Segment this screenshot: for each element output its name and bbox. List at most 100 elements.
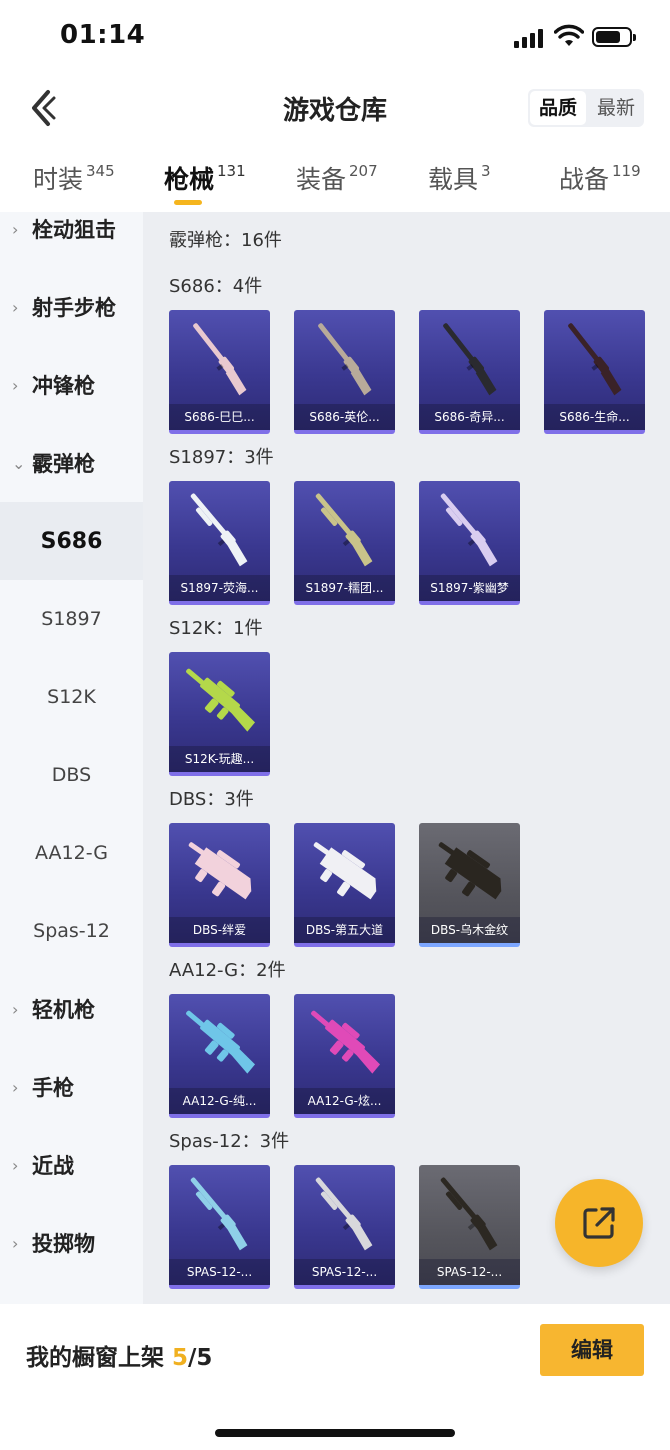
weapon-card[interactable]: AA12-G-纯... [169,994,270,1118]
weapon-card[interactable]: S1897-紫幽梦 [419,481,520,605]
showcase-total-count: /5 [188,1345,213,1371]
sidebar-item[interactable]: S12K [0,658,143,736]
wifi-icon [554,24,584,46]
weapon-card[interactable]: DBS-乌木金纹 [419,823,520,947]
battery-icon [592,27,636,47]
weapon-image-icon [311,1010,381,1074]
sidebar-item[interactable]: Spas-12 [0,892,143,970]
sort-newest-button[interactable]: 最新 [588,89,644,127]
header: 游戏仓库 品质 最新 [0,70,670,150]
weapon-image-icon [190,1177,248,1251]
chevron-right-icon: › [12,1233,19,1253]
tab-vehicles[interactable]: 载具 3 [428,160,491,196]
sidebar-item[interactable]: DBS [0,736,143,814]
weapon-name: S686-生命... [544,404,645,430]
tab-equipment[interactable]: 装备 207 [296,160,378,196]
weapon-card[interactable]: SPAS-12-... [294,1165,395,1289]
chevron-right-icon: › [12,1077,19,1097]
weapon-grid: 霰弹枪：16件 S686：4件 S686-巳巳... S686-英伦... S6… [143,212,670,1304]
sort-quality-button[interactable]: 品质 [529,91,586,125]
weapon-image-icon [186,1010,256,1074]
sidebar-item[interactable]: S1897 [0,580,143,658]
share-button[interactable] [555,1179,643,1267]
weapon-image-icon [315,1177,373,1251]
tab-supplies[interactable]: 战备 119 [559,160,641,196]
weapon-card[interactable]: SPAS-12-... [169,1165,270,1289]
weapon-category-sidebar: › 栓动狙击 › 射手步枪 › 冲锋枪 ⌄ 霰弹枪 S686 S1897 S12K DBS AA12-G… [0,212,143,1304]
sidebar-item-label: 投掷物 [32,1232,95,1256]
weapon-name: DBS-绊爱 [169,917,270,943]
weapon-name: DBS-第五大道 [294,917,395,943]
sidebar-item-label: 冲锋枪 [32,374,95,398]
weapon-image-icon [186,668,256,732]
sidebar-item[interactable]: › 轻机枪 [0,970,143,1048]
sidebar-item[interactable]: AA12-G [0,814,143,892]
showcase-current-count: 5 [172,1345,189,1371]
weapon-image-icon [318,323,372,396]
weapon-name: S1897-紫幽梦 [419,575,520,601]
sidebar-item[interactable]: ⌄ 霰弹枪 [0,424,143,502]
section-title: S12K：1件 [169,618,263,639]
weapon-card[interactable]: DBS-第五大道 [294,823,395,947]
weapon-image-icon [440,493,498,567]
weapon-card[interactable]: S1897-糯团... [294,481,395,605]
weapon-image-icon [568,323,622,396]
weapon-name: SPAS-12-... [169,1259,270,1285]
weapon-card[interactable]: S686-奇异... [419,310,520,434]
weapon-image-icon [440,1177,498,1251]
bottom-bar: 我的橱窗上架 5/5 编辑 [0,1304,670,1450]
weapon-name: S12K-玩趣... [169,746,270,772]
sidebar-item-label: 栓动狙击 [32,218,116,242]
weapon-card[interactable]: S686-巳巳... [169,310,270,434]
weapon-name: S686-奇异... [419,404,520,430]
tab-guns[interactable]: 枪械 131 [164,160,246,196]
weapon-card[interactable]: AA12-G-炫... [294,994,395,1118]
section-title: DBS：3件 [169,789,254,810]
home-indicator [215,1429,455,1437]
sidebar-item[interactable]: › 栓动狙击 [0,190,143,268]
weapon-image-icon [438,842,502,900]
chevron-right-icon: › [12,375,19,395]
share-external-icon [583,1207,615,1239]
weapon-image-icon [188,842,252,900]
section-title: S686：4件 [169,276,263,297]
sidebar-item[interactable]: › 投掷物 [0,1204,143,1282]
chevron-right-icon: › [12,1155,19,1175]
weapon-image-icon [313,842,377,900]
weapon-name: AA12-G-纯... [169,1088,270,1114]
weapon-card[interactable]: S686-生命... [544,310,645,434]
weapon-card[interactable]: DBS-绊爱 [169,823,270,947]
weapon-card[interactable]: S1897-荧海... [169,481,270,605]
sidebar-item[interactable]: S686 [0,502,143,580]
sidebar-item-label: 射手步枪 [32,296,116,320]
cellular-signal-icon [514,28,546,48]
weapon-name: SPAS-12-... [294,1259,395,1285]
weapon-image-icon [443,323,497,396]
sidebar-item-label: S12K [47,686,96,708]
sidebar-item-label: DBS [51,764,92,786]
status-time: 01:14 [60,20,146,50]
sidebar-item-label: AA12-G [35,842,108,864]
sidebar-item-label: 手枪 [32,1076,74,1100]
weapon-image-icon [315,493,373,567]
sidebar-item[interactable]: › 冲锋枪 [0,346,143,424]
weapon-card[interactable]: S686-英伦... [294,310,395,434]
weapon-name: S686-英伦... [294,404,395,430]
sidebar-item-label: Spas-12 [33,920,110,942]
sidebar-item[interactable]: › 近战 [0,1126,143,1204]
sidebar-item-label: 轻机枪 [32,998,95,1022]
active-tab-indicator [174,200,202,205]
section-title: S1897：3件 [169,447,274,468]
sidebar-item[interactable]: › 手枪 [0,1048,143,1126]
section-title: AA12-G：2件 [169,960,286,981]
edit-button[interactable]: 编辑 [540,1324,644,1376]
section-title: Spas-12：3件 [169,1131,290,1152]
weapon-name: S1897-糯团... [294,575,395,601]
weapon-name: DBS-乌木金纹 [419,917,520,943]
sidebar-item-label: 霰弹枪 [32,452,95,476]
sidebar-item[interactable]: › 射手步枪 [0,268,143,346]
status-bar: 01:14 [0,0,670,70]
weapon-card[interactable]: SPAS-12-... [419,1165,520,1289]
weapon-card[interactable]: S12K-玩趣... [169,652,270,776]
sidebar-item-label: S1897 [41,608,102,630]
